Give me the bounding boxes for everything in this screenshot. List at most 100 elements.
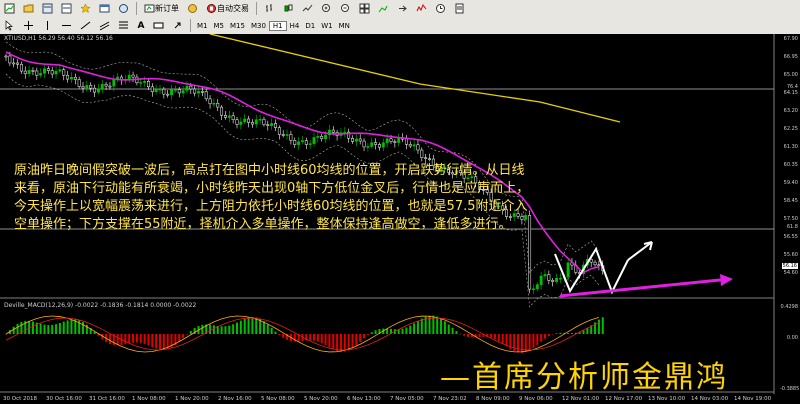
macd-bar [31, 321, 34, 334]
timeframe-m1[interactable]: M1 [194, 22, 211, 30]
market-watch-button[interactable] [39, 1, 56, 16]
macd-bar [451, 327, 454, 334]
macd-bar [116, 334, 119, 346]
arrow-icon [174, 22, 181, 29]
templates-button[interactable] [451, 1, 468, 16]
arrow-tool-button[interactable] [169, 18, 186, 33]
timeframe-w1[interactable]: W1 [318, 22, 335, 30]
chart-window[interactable]: XTIUSD,H1 56.29 56.40 56.12 56.16 Devill… [0, 34, 800, 404]
candle-body [173, 89, 177, 91]
navigator-button[interactable] [77, 1, 94, 16]
macd-bar [247, 317, 250, 334]
time-label: 1 Nov 08:00 [132, 396, 166, 402]
label-tool-button[interactable] [150, 18, 167, 33]
price-label: 65.00 [783, 72, 798, 78]
candle-body [424, 157, 428, 159]
timeframe-m15[interactable]: M15 [227, 22, 248, 30]
candle-body [189, 85, 193, 90]
macd-bar [347, 334, 350, 351]
macd-bar [236, 322, 238, 334]
macd-bar [12, 326, 15, 334]
terminal-button[interactable] [96, 1, 113, 16]
candle-body [96, 88, 100, 93]
timeframe-m30[interactable]: M30 [248, 22, 269, 30]
candle-body [250, 122, 254, 125]
macd-bar [586, 328, 589, 334]
timeframe-h1[interactable]: H1 [268, 20, 287, 31]
macd-bar [159, 334, 161, 350]
candle-body [266, 124, 270, 126]
tester-button[interactable] [115, 1, 132, 16]
cursor-tool-button[interactable] [1, 18, 18, 33]
macd-bar [405, 327, 408, 334]
profiles-button[interactable] [20, 1, 37, 16]
time-label: 8 Nov 09:00 [476, 396, 510, 402]
timeframe-h4[interactable]: H4 [287, 22, 303, 30]
macd-bar [328, 334, 331, 348]
zoom-out-button[interactable] [337, 1, 354, 16]
macd-bar [420, 318, 423, 334]
timeframe-mn[interactable]: MN [336, 22, 353, 30]
macd-bar [228, 325, 231, 334]
price-label: 58.45 [783, 198, 798, 204]
candle-body [77, 79, 81, 87]
bar-chart-button[interactable] [261, 1, 278, 16]
chart-shift-button[interactable] [375, 1, 392, 16]
macd-bar [540, 334, 543, 342]
macd-bar [463, 334, 466, 336]
candlestick-button[interactable] [280, 1, 297, 16]
candle-body [150, 86, 154, 92]
candle-body [58, 69, 62, 72]
candle-body [85, 85, 89, 89]
fibonacci-button[interactable] [115, 18, 132, 33]
macd-bar [251, 317, 254, 334]
channel-button[interactable] [96, 18, 113, 33]
macd-bar [478, 334, 481, 338]
candle-body [420, 149, 424, 158]
trendline-button[interactable] [77, 18, 94, 33]
candle-body [597, 264, 601, 267]
macd-bar [336, 334, 339, 351]
candle-body [331, 129, 335, 133]
timeframe-m5[interactable]: M5 [211, 22, 228, 30]
macd-bar [178, 334, 181, 342]
macd-bar [70, 319, 73, 334]
macd-bar [513, 334, 516, 352]
macd-bar [351, 334, 354, 349]
indicators-button[interactable] [413, 1, 430, 16]
candle-body [158, 88, 162, 91]
text-tool-button[interactable]: A [134, 18, 148, 33]
line-chart-button[interactable] [299, 1, 316, 16]
macd-bar [401, 328, 404, 334]
forecast-arrow-up [627, 241, 653, 261]
data-window-button[interactable] [58, 1, 75, 16]
macd-bar [440, 318, 443, 334]
horizontal-line-button[interactable] [58, 18, 75, 33]
autoscroll-button[interactable] [394, 1, 411, 16]
macd-indicator-label: Deville_MACD(12,26,9) -0.0022 -0.1836 -0… [4, 302, 197, 309]
vertical-line-button[interactable] [39, 18, 56, 33]
timeframe-d1[interactable]: D1 [302, 22, 318, 30]
clock-icon [436, 4, 445, 13]
autotrade-button[interactable]: 自动交易 [203, 1, 252, 16]
label-icon [153, 22, 164, 29]
candle-body [378, 144, 381, 148]
candle-body [408, 144, 412, 147]
macd-bar [544, 334, 546, 339]
period-button[interactable] [432, 1, 449, 16]
expert-button[interactable] [184, 1, 201, 16]
tile-windows-button[interactable] [356, 1, 373, 16]
zoom-in-button[interactable] [318, 1, 335, 16]
time-label: 14 Nov 03:00 [691, 396, 729, 402]
new-chart-button[interactable] [1, 1, 18, 16]
price-label: 61.30 [783, 144, 798, 150]
expert-icon [188, 4, 197, 13]
candle-body [112, 79, 116, 87]
crosshair-tool-button[interactable] [20, 18, 37, 33]
candle-body [304, 140, 308, 145]
candle-body [397, 137, 401, 143]
zoom-out-icon [341, 4, 349, 12]
bar-chart-icon [266, 4, 272, 12]
new-order-button[interactable]: 新订单 [141, 1, 182, 16]
macd-bar [185, 334, 188, 335]
